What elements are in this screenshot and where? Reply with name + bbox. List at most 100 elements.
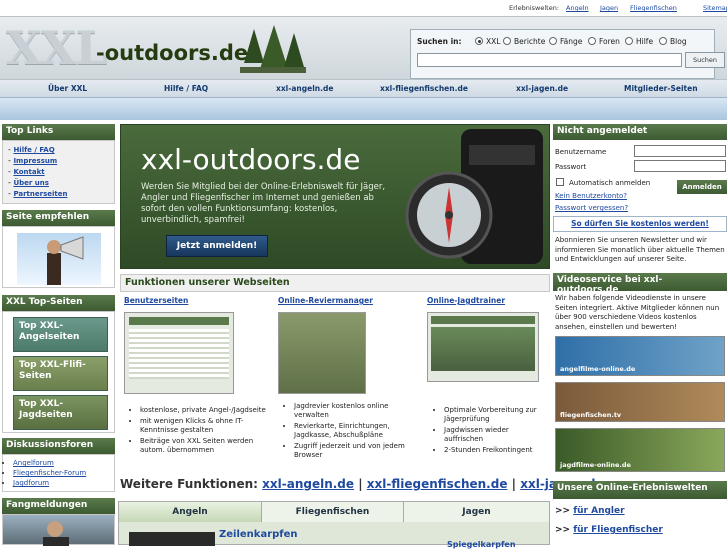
forum-fliegenfischer[interactable]: Fliegenfischer-Forum [13,469,86,477]
separator: | [511,477,517,491]
search-option-label: Berichte [514,37,546,46]
nav-xxl-fliegenfischen[interactable]: xxl-fliegenfischen.de [380,84,468,93]
auto-login-checkbox[interactable] [556,178,564,186]
catches-image[interactable] [2,514,115,546]
search-option-label: Foren [599,37,620,46]
video-banner-label: jagdfilme-online.de [560,461,631,469]
search-radio-blog[interactable] [659,37,667,45]
megaphone-image[interactable] [17,233,101,285]
username-label: Benutzername [555,148,607,156]
nav-ueber-xxl[interactable]: Über XXL [48,84,87,93]
top-link-jagen[interactable]: Jagen [600,4,618,12]
top-strip-label: Erlebniswelten: [509,4,560,12]
search-radio-hilfe[interactable] [625,37,633,45]
search-input[interactable] [417,53,682,67]
world-link-fliegenfischer[interactable]: für Fliegenfischer [573,525,663,535]
password-input[interactable] [634,160,726,172]
article-thumbnail[interactable] [129,532,215,546]
func-reviermanager[interactable]: Online-Reviermanager [278,296,373,305]
video-banner-angelfilme[interactable]: angelfilme-online.de [555,336,725,376]
worlds-title: Unsere Online-Erlebniswelten [553,481,727,499]
video-banner-fliegenfischen[interactable]: fliegenfischen.tv [555,382,725,422]
top-link-angeln[interactable]: Angeln [566,4,589,12]
toplink-partnerseiten[interactable]: Partnerseiten [13,189,67,200]
logo-xxl[interactable]: XXL [6,21,108,75]
nav-xxl-jagen[interactable]: xxl-jagen.de [516,84,568,93]
video-banner-label: fliegenfischen.tv [560,411,622,419]
jagdtrainer-screenshot[interactable] [427,312,539,382]
search-radio-berichte[interactable] [503,37,511,45]
func-benutzerseiten[interactable]: Benutzerseiten [124,296,188,305]
more-link-angeln[interactable]: xxl-angeln.de [262,477,354,491]
topseite-angeln[interactable]: Top XXL-Angelseiten [13,317,108,352]
search-option-label: Fänge [560,37,583,46]
topseite-flifi[interactable]: Top XXL-Flifi-Seiten [13,356,108,391]
search-option-label: Blog [670,37,687,46]
trees-icon [240,25,306,73]
world-item-fliegenfischer: >> für Fliegenfischer [555,525,663,535]
search-radio-faenge[interactable] [549,37,557,45]
hero-banner: xxl-outdoors.de Werden Sie Mitglied bei … [120,124,550,269]
search-box: Suchen in: XXL Berichte Fänge Foren Hilf… [410,29,725,79]
newsletter-text: Abonnieren Sie unseren Newsletter und wi… [555,236,725,263]
top-link-fliegenfischen[interactable]: Fliegenfischen [630,4,677,12]
functions-title: Funktionen unserer Webseiten [120,274,550,292]
separator: | [358,477,363,491]
toplinks-panel: - Hilfe / FAQ - Impressum - Kontakt - Üb… [2,140,115,204]
func-bullet: kostenlose, private Angel-/Jagdseite [140,406,275,415]
search-button[interactable]: Suchen [685,52,725,68]
video-text: Wir haben folgende Videodienste in unser… [555,294,720,331]
tab-area: Angeln Fliegenfischen Jagen Zeilenkarpfe… [118,501,550,549]
nav-hilfe-faq[interactable]: Hilfe / FAQ [164,84,208,93]
func-bullet: Jagdwissen wieder auffrischen [444,426,549,444]
forums-title: Diskussionsforen [2,438,115,454]
site-header: XXL -outdoors.de Suchen in: XXL Berichte… [0,16,727,80]
register-button[interactable]: Jetzt anmelden! [166,235,268,257]
blue-bar [0,98,727,120]
video-banner-jagdfilme[interactable]: jagdfilme-online.de [555,428,725,472]
search-radio-foren[interactable] [588,37,596,45]
func-bullet: Optimale Vorbereitung zur Jägerprüfung [444,406,549,424]
toplink-kontakt[interactable]: Kontakt [13,167,44,178]
search-radio-xxl[interactable] [475,37,483,45]
no-account-link[interactable]: Kein Benutzerkonto? [555,192,627,200]
top-link-sitemap[interactable]: Sitemap [703,4,727,12]
reviermanager-screenshot[interactable] [278,312,366,394]
topseiten-title: XXL Top-Seiten [2,295,115,311]
func-bullet: Jagdrevier kostenlos online verwalten [294,402,414,420]
func-bullet: Beiträge von XXL Seiten werden autom. üb… [140,437,275,455]
free-box: So dürfen Sie kostenlos werden! [553,216,727,232]
nav-xxl-angeln[interactable]: xxl-angeln.de [276,84,333,93]
hero-title: xxl-outdoors.de [141,143,361,176]
article-title[interactable]: Zeilenkarpfen [219,529,298,540]
more-link-fliegenfischen[interactable]: xxl-fliegenfischen.de [367,477,508,491]
recommend-panel [2,226,115,288]
nav-mitglieder-seiten[interactable]: Mitglieder-Seiten [624,84,698,93]
tab-jagen[interactable]: Jagen [403,502,549,522]
toplink-impressum[interactable]: Impressum [13,156,57,167]
logo-text[interactable]: -outdoors.de [96,41,248,65]
hero-text: Werden Sie Mitglied bei der Online-Erleb… [141,182,386,225]
toplinks-title: Top Links [2,124,115,140]
benutzerseiten-screenshot[interactable] [124,312,234,394]
toplink-hilfe[interactable]: Hilfe / FAQ [13,145,54,156]
topseite-jagd[interactable]: Top XXL-Jagdseiten [13,395,108,430]
login-title: Nicht angemeldet [553,124,727,140]
toplink-ueber-uns[interactable]: Über uns [13,178,48,189]
tab-angeln[interactable]: Angeln [119,502,261,522]
login-button[interactable]: Anmelden [677,180,727,194]
func-jagdtrainer[interactable]: Online-Jagdtrainer [427,296,505,305]
recommend-title: Seite empfehlen [2,210,115,226]
forgot-password-link[interactable]: Passwort vergessen? [555,204,628,212]
forum-angel[interactable]: Angelforum [13,459,54,467]
topseiten-panel: Top XXL-Angelseiten Top XXL-Flifi-Seiten… [2,311,115,433]
video-banner-label: angelfilme-online.de [560,365,636,373]
free-link[interactable]: So dürfen Sie kostenlos werden! [571,219,709,228]
world-link-angler[interactable]: für Angler [573,506,624,516]
forum-jagd[interactable]: Jagdforum [13,479,49,487]
tab-fliegenfischen[interactable]: Fliegenfischen [261,502,403,522]
username-input[interactable] [634,145,726,157]
catches-title: Fangmeldungen [2,498,115,514]
func-bullet: mit wenigen Klicks & ohne IT-Kenntnisse … [140,417,275,435]
search-option-label: Hilfe [636,37,654,46]
